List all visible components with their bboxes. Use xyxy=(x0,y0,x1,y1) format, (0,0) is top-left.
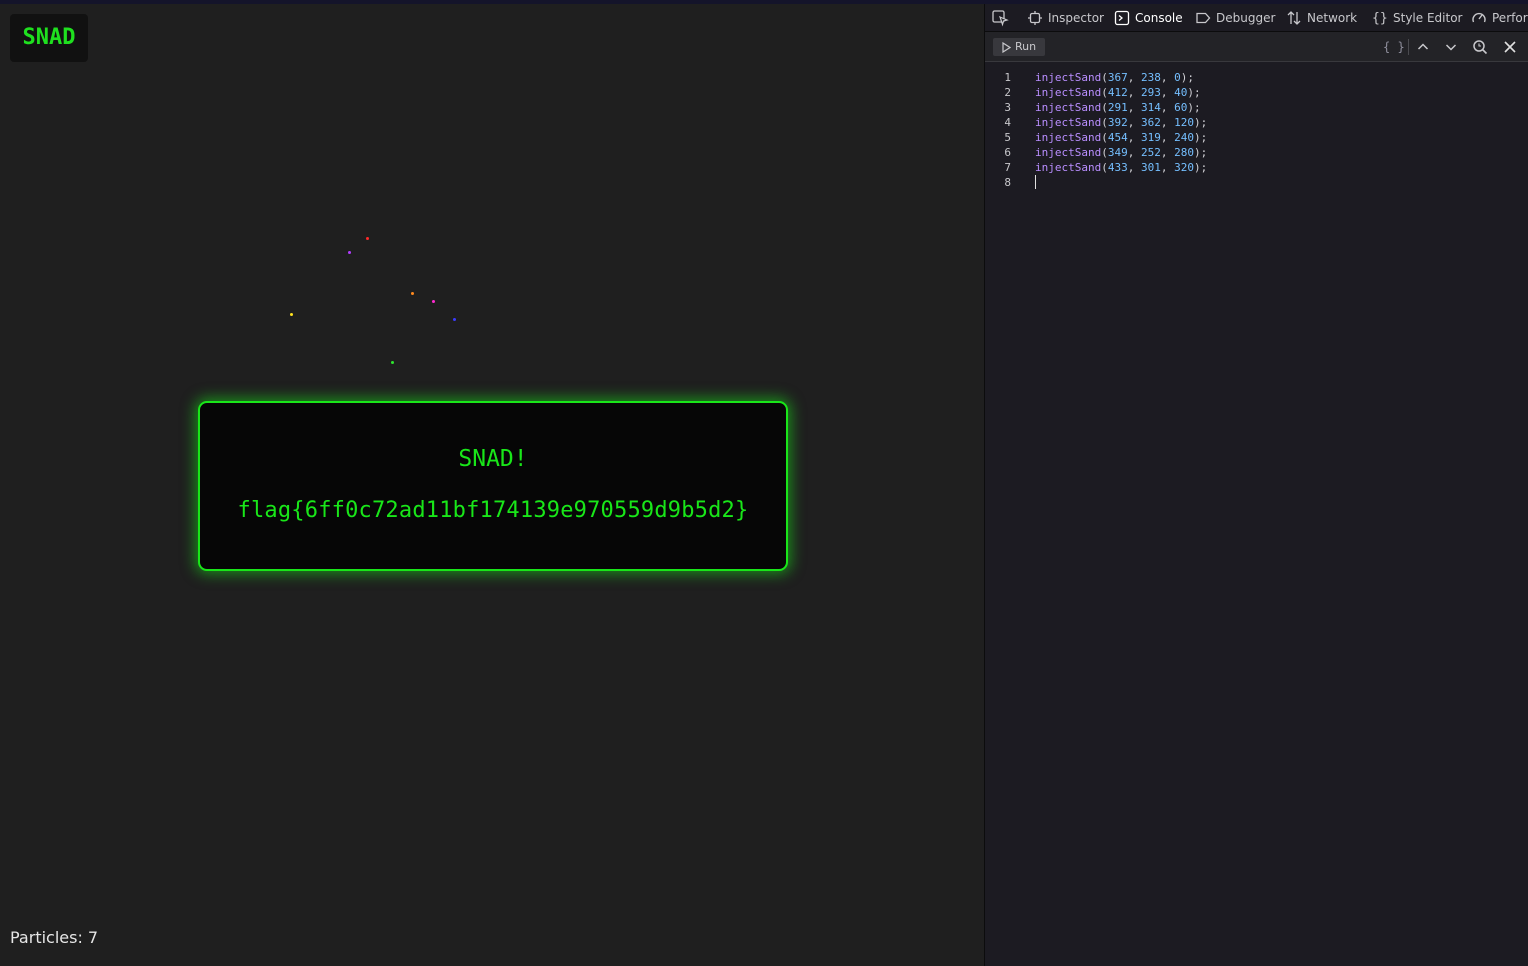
numeric-argument: 40 xyxy=(1174,86,1188,99)
debugger-icon xyxy=(1195,8,1211,24)
numeric-argument: 392 xyxy=(1107,116,1128,129)
editor-toolbar: Run { } xyxy=(985,32,1528,62)
console-icon xyxy=(1114,8,1130,26)
particle-count: Particles: 7 xyxy=(10,928,99,947)
numeric-argument: 362 xyxy=(1140,116,1161,129)
code-line: 4 injectSand(392, 362, 120); xyxy=(985,115,1207,130)
win-dialog: SNAD! flag{6ff0c72ad11bf174139e970559d9b… xyxy=(198,401,788,571)
code-line: 7 injectSand(433, 301, 320); xyxy=(985,160,1207,175)
devtools-toolbar: Inspector Console Debugger Network {} St… xyxy=(985,4,1528,32)
code-line: 3 injectSand(291, 314, 60); xyxy=(985,100,1200,115)
flag-text: flag{6ff0c72ad11bf174139e970559d9b5d2} xyxy=(237,498,749,523)
close-editor-icon[interactable] xyxy=(1501,38,1519,56)
function-name: injectSand xyxy=(1035,131,1102,144)
style-editor-icon: {} xyxy=(1372,11,1388,26)
numeric-argument: 280 xyxy=(1174,146,1194,159)
line-number: 7 xyxy=(1004,161,1011,174)
tab-console-label: Console xyxy=(1135,11,1183,25)
numeric-argument: 314 xyxy=(1140,101,1161,114)
toolbar-divider xyxy=(1408,39,1409,55)
line-number: 3 xyxy=(1004,101,1011,114)
tab-inspector-label: Inspector xyxy=(1048,11,1104,25)
tab-performance-label: Perfor xyxy=(1492,11,1528,25)
history-down-icon[interactable] xyxy=(1442,38,1460,56)
function-name: injectSand xyxy=(1035,86,1102,99)
numeric-argument: 320 xyxy=(1174,161,1194,174)
game-page: SNAD SNAD! flag{6ff0c72ad11bf174139e9705… xyxy=(0,4,984,966)
play-icon xyxy=(1002,42,1011,53)
element-picker-icon[interactable] xyxy=(991,9,1009,27)
function-name: injectSand xyxy=(1035,116,1102,129)
function-name: injectSand xyxy=(1035,101,1102,114)
reverse-search-icon[interactable] xyxy=(1471,38,1489,56)
inspector-icon xyxy=(1027,8,1043,25)
sand-particle xyxy=(453,318,456,321)
numeric-argument: 252 xyxy=(1140,146,1161,159)
line-number: 1 xyxy=(1004,71,1011,84)
line-number: 2 xyxy=(1004,86,1011,99)
numeric-argument: 60 xyxy=(1174,101,1188,114)
sand-particle xyxy=(348,251,351,254)
numeric-argument: 319 xyxy=(1140,131,1161,144)
text-cursor xyxy=(1035,175,1036,189)
run-button[interactable]: Run xyxy=(993,38,1045,56)
numeric-argument: 349 xyxy=(1107,146,1128,159)
sand-particle xyxy=(391,361,394,364)
sand-particle xyxy=(290,313,293,316)
tab-debugger-label: Debugger xyxy=(1216,11,1276,25)
numeric-argument: 240 xyxy=(1174,131,1194,144)
tab-inspector[interactable]: Inspector xyxy=(1027,4,1104,31)
numeric-argument: 293 xyxy=(1140,86,1161,99)
line-number: 4 xyxy=(1004,116,1011,129)
line-number: 5 xyxy=(1004,131,1011,144)
devtools-panel: Inspector Console Debugger Network {} St… xyxy=(984,4,1528,966)
pretty-print-icon[interactable]: { } xyxy=(1383,38,1405,56)
tab-debugger[interactable]: Debugger xyxy=(1195,4,1276,31)
sand-particle xyxy=(366,237,369,240)
console-editor[interactable]: 1 injectSand(367, 238, 0); 2 injectSand(412… xyxy=(985,62,1528,966)
history-up-icon[interactable] xyxy=(1414,38,1432,56)
numeric-argument: 291 xyxy=(1107,101,1128,114)
tab-console[interactable]: Console xyxy=(1114,4,1183,31)
numeric-argument: 301 xyxy=(1140,161,1161,174)
tab-style-editor[interactable]: {} Style Editor xyxy=(1372,4,1463,31)
performance-icon xyxy=(1471,8,1487,24)
tab-network-label: Network xyxy=(1307,11,1358,25)
function-name: injectSand xyxy=(1035,146,1102,159)
line-number: 8 xyxy=(1004,176,1011,189)
run-button-label: Run xyxy=(1015,40,1037,53)
tab-performance[interactable]: Perfor xyxy=(1471,4,1528,31)
code-line: 5 injectSand(454, 319, 240); xyxy=(985,130,1207,145)
numeric-argument: 412 xyxy=(1107,86,1128,99)
network-icon xyxy=(1286,8,1302,25)
numeric-argument: 0 xyxy=(1174,71,1181,84)
tab-style-editor-label: Style Editor xyxy=(1393,11,1463,25)
code-line: 8 xyxy=(985,175,1036,190)
numeric-argument: 120 xyxy=(1174,116,1194,129)
line-number: 6 xyxy=(1004,146,1011,159)
win-title: SNAD! xyxy=(458,446,528,472)
sand-particle xyxy=(411,292,414,295)
function-name: injectSand xyxy=(1035,71,1102,84)
code-line: 2 injectSand(412, 293, 40); xyxy=(985,85,1200,100)
function-name: injectSand xyxy=(1035,161,1102,174)
sand-particle xyxy=(432,300,435,303)
numeric-argument: 367 xyxy=(1107,71,1128,84)
numeric-argument: 433 xyxy=(1107,161,1128,174)
numeric-argument: 454 xyxy=(1107,131,1128,144)
code-line: 1 injectSand(367, 238, 0); xyxy=(985,70,1194,85)
numeric-argument: 238 xyxy=(1140,71,1161,84)
tab-network[interactable]: Network xyxy=(1286,4,1358,31)
code-line: 6 injectSand(349, 252, 280); xyxy=(985,145,1207,160)
